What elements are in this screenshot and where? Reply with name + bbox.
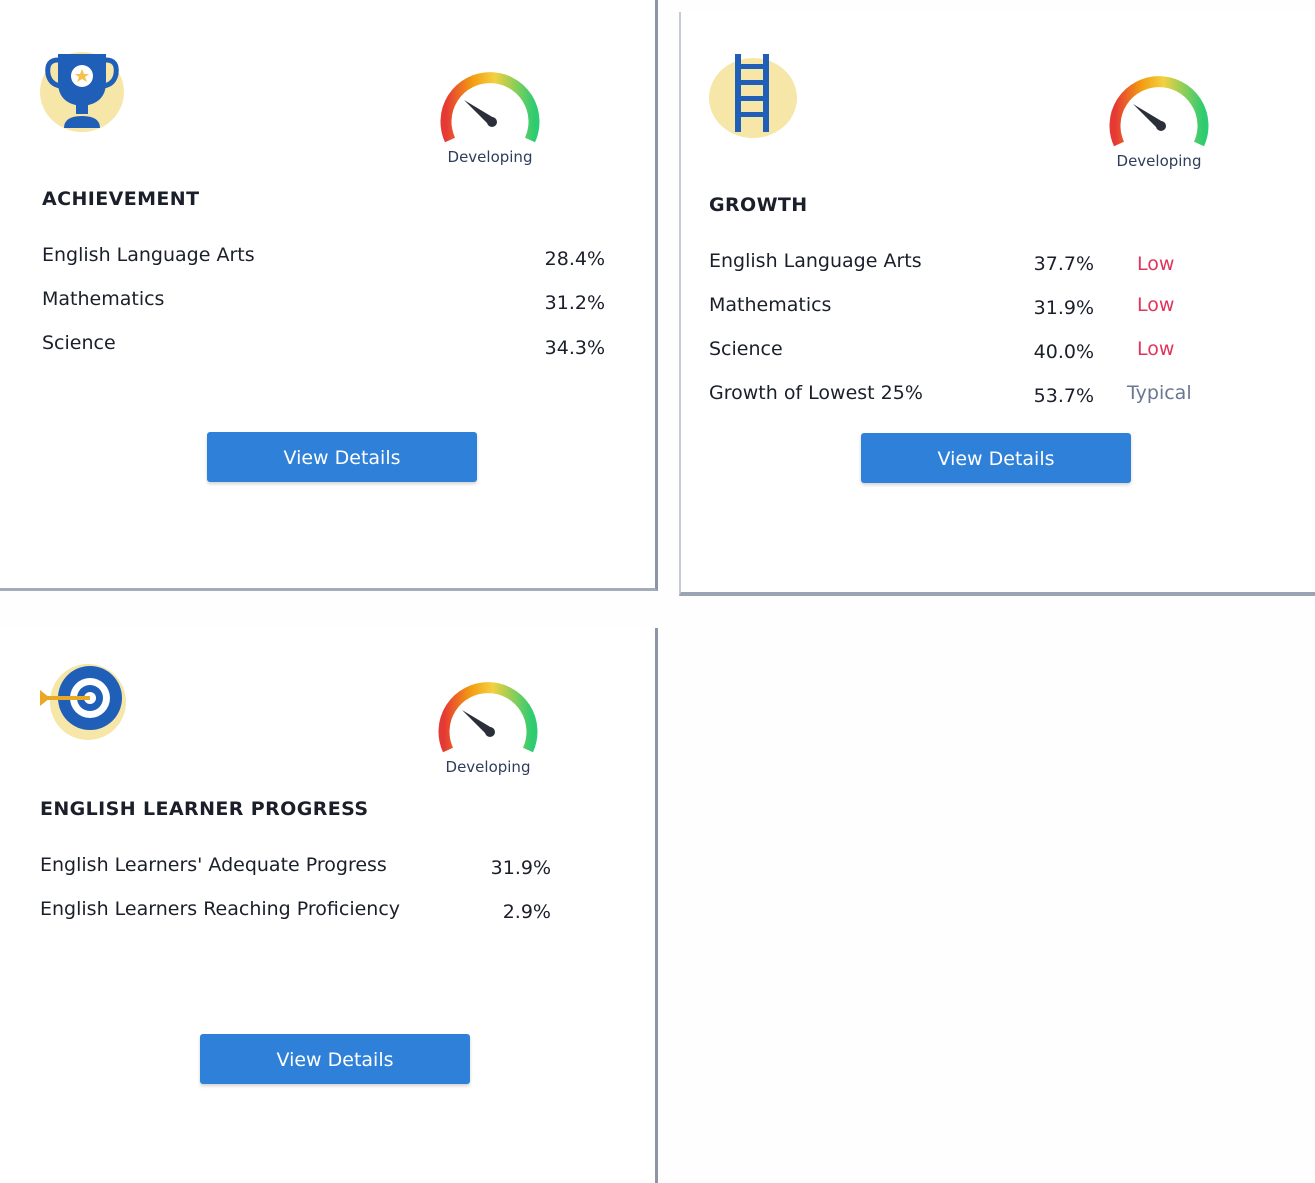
- metric-label: Science: [42, 332, 116, 354]
- metric-label: Growth of Lowest 25%: [709, 382, 923, 404]
- metric-label: English Language Arts: [42, 244, 255, 266]
- metric-value: 53.7%: [1033, 385, 1094, 407]
- view-details-button[interactable]: View Details: [861, 433, 1131, 483]
- metric-label: English Learners Reaching Proficiency: [40, 898, 401, 920]
- metric-value: 2.9%: [502, 901, 551, 923]
- view-details-button[interactable]: View Details: [207, 432, 477, 482]
- card-title: ENGLISH LEARNER PROGRESS: [40, 798, 369, 820]
- target-icon: [40, 664, 126, 740]
- growth-level-badge: Low: [1137, 338, 1175, 360]
- metric-label: Mathematics: [709, 294, 832, 316]
- growth-card: Developing GROWTH English Language Arts …: [679, 12, 1315, 596]
- english-learner-progress-card: Developing ENGLISH LEARNER PROGRESS Engl…: [0, 628, 658, 1183]
- trophy-icon: [40, 52, 124, 132]
- metric-value: 31.2%: [544, 292, 605, 314]
- ladder-icon: [709, 54, 797, 138]
- metric-label: English Learners' Adequate Progress: [40, 854, 387, 876]
- view-details-button[interactable]: View Details: [200, 1034, 470, 1084]
- gauge-label: Developing: [1116, 152, 1202, 170]
- metric-value: 28.4%: [544, 248, 605, 270]
- metric-label: Science: [709, 338, 783, 360]
- metric-label: Mathematics: [42, 288, 165, 310]
- growth-level-badge: Low: [1137, 253, 1175, 275]
- gauge-label: Developing: [445, 758, 531, 776]
- metric-value: 31.9%: [490, 857, 551, 879]
- metric-value: 37.7%: [1033, 253, 1094, 275]
- gauge-label: Developing: [447, 148, 533, 166]
- performance-gauge: Developing: [432, 60, 548, 178]
- performance-gauge: Developing: [430, 670, 546, 788]
- growth-level-badge: Typical: [1127, 382, 1192, 404]
- performance-gauge: Developing: [1101, 64, 1217, 182]
- card-title: GROWTH: [709, 194, 808, 216]
- metric-label: English Language Arts: [709, 250, 922, 272]
- metric-value: 34.3%: [544, 337, 605, 359]
- metric-value: 40.0%: [1033, 341, 1094, 363]
- growth-level-badge: Low: [1137, 294, 1175, 316]
- metric-value: 31.9%: [1033, 297, 1094, 319]
- achievement-card: Developing ACHIEVEMENT English Language …: [0, 0, 658, 591]
- card-title: ACHIEVEMENT: [42, 188, 200, 210]
